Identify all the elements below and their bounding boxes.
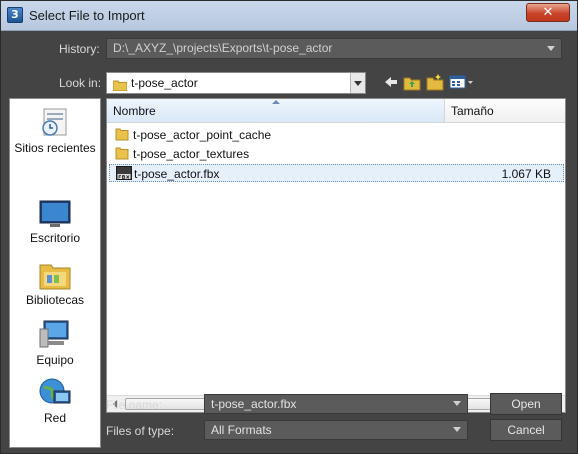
recent-places-icon <box>42 108 67 136</box>
place-label: Equipo <box>36 353 74 367</box>
network-icon <box>39 378 71 404</box>
file-list[interactable]: Nombre Tamaño t-pose_actor_point_cache t… <box>106 98 566 413</box>
place-label: Red <box>43 411 66 425</box>
place-computer[interactable]: Equipo <box>10 319 100 367</box>
look-in-combo[interactable]: t-pose_actor <box>106 72 366 94</box>
file-name-label: File name: <box>106 398 163 412</box>
place-label: Escritorio <box>29 231 80 245</box>
up-folder-icon[interactable] <box>403 73 421 91</box>
column-header-name[interactable]: Nombre <box>107 99 445 123</box>
folder-icon <box>115 146 129 165</box>
file-name-field[interactable]: t-pose_actor.fbx <box>204 394 468 414</box>
open-button[interactable]: Open <box>490 393 562 415</box>
place-desktop[interactable]: Escritorio <box>10 199 100 245</box>
files-of-type-select[interactable]: All Formats <box>204 420 468 440</box>
look-in-label: Look in: <box>59 76 102 90</box>
dialog-body: History: D:\_AXYZ_\projects\Exports\t-po… <box>5 32 573 450</box>
column-header-size[interactable]: Tamaño <box>445 99 565 123</box>
chevron-down-icon <box>547 46 555 51</box>
window-title: Select File to Import <box>29 8 145 23</box>
computer-icon <box>39 320 69 348</box>
fbx-file-icon <box>116 166 132 185</box>
files-of-type-label: Files of type: <box>106 424 175 438</box>
place-label: Sitios recientes <box>14 141 96 155</box>
place-libraries[interactable]: Bibliotecas <box>10 259 100 307</box>
history-value: D:\_AXYZ_\projects\Exports\t-pose_actor <box>113 41 333 55</box>
list-item[interactable]: t-pose_actor_point_cache <box>109 126 564 144</box>
folder-icon <box>115 127 129 146</box>
chevron-down-icon[interactable] <box>350 73 365 93</box>
files-of-type-value: All Formats <box>211 423 272 437</box>
place-network[interactable]: Red <box>10 377 100 425</box>
chevron-down-icon[interactable] <box>453 401 461 406</box>
file-name: t-pose_actor_point_cache <box>133 128 272 142</box>
file-name: t-pose_actor.fbx <box>134 167 220 181</box>
look-in-value: t-pose_actor <box>131 76 198 90</box>
history-combo[interactable]: D:\_AXYZ_\projects\Exports\t-pose_actor <box>106 38 562 59</box>
column-header-label: Tamaño <box>451 104 494 118</box>
file-name-value: t-pose_actor.fbx <box>211 397 297 411</box>
app-logo-icon: 3 <box>7 7 23 23</box>
place-label: Bibliotecas <box>25 293 85 307</box>
import-dialog: 3 Select File to Import ✕ History: D:\_A… <box>0 0 578 454</box>
back-icon[interactable] <box>382 73 400 91</box>
file-name: t-pose_actor_textures <box>133 147 250 161</box>
history-label: History: <box>59 42 100 56</box>
list-item[interactable]: t-pose_actor_textures <box>109 145 564 163</box>
place-recent[interactable]: Sitios recientes <box>10 105 100 155</box>
new-folder-icon[interactable] <box>426 73 444 91</box>
cancel-button[interactable]: Cancel <box>490 419 562 441</box>
close-button[interactable]: ✕ <box>526 3 570 22</box>
folder-icon <box>112 77 128 97</box>
desktop-icon <box>39 200 71 227</box>
sort-ascending-icon <box>272 100 280 104</box>
libraries-icon <box>39 264 71 290</box>
chevron-down-icon[interactable] <box>453 427 461 432</box>
list-item-selected[interactable]: t-pose_actor.fbx 1.067 KB <box>109 164 564 182</box>
file-size: 1.067 KB <box>501 167 551 181</box>
places-bar: Sitios recientes Escritorio Bibliotecas <box>9 98 101 448</box>
column-header-label: Nombre <box>113 104 156 118</box>
view-menu-icon[interactable] <box>449 73 475 91</box>
title-bar[interactable]: 3 Select File to Import ✕ <box>1 1 577 31</box>
